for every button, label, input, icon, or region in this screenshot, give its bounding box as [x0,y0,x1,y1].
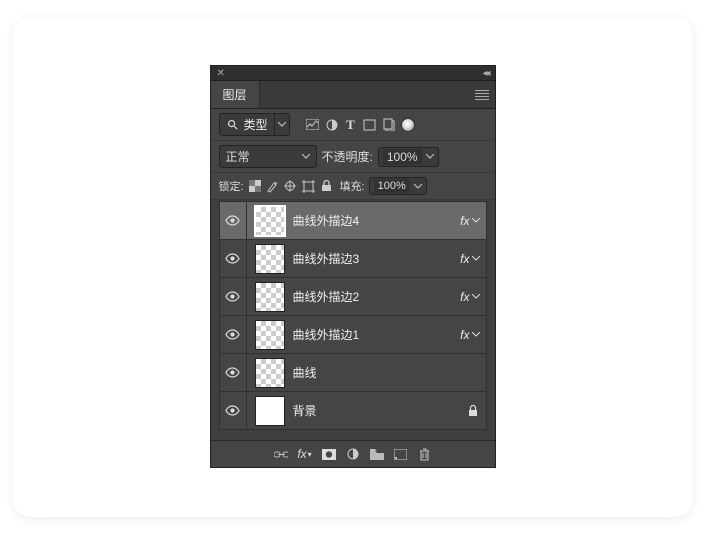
layer-thumbnail[interactable] [255,320,285,350]
fill-value: 100% [374,179,410,193]
blend-mode-select[interactable]: 正常 [219,145,317,168]
layer-thumbnail[interactable] [255,206,285,236]
filter-adjustment-icon[interactable] [325,118,339,132]
visibility-eye-icon[interactable] [220,240,247,277]
layer-thumbnail[interactable] [255,282,285,312]
tab-layers[interactable]: 图层 [211,81,260,108]
layer-name[interactable]: 曲线外描边3 [293,250,461,267]
layer-name[interactable]: 曲线外描边4 [293,212,461,229]
panel-bottom-bar: fx▾ [211,440,495,467]
lock-pixels-icon[interactable] [266,179,280,193]
blend-mode-value: 正常 [226,148,250,165]
visibility-eye-icon[interactable] [220,392,247,429]
chevron-down-icon [302,154,310,159]
lock-row: 锁定: 填充: 100% [211,173,495,200]
new-layer-icon[interactable] [394,447,408,461]
lock-icon[interactable] [468,405,478,417]
layer-name[interactable]: 背景 [293,402,468,419]
visibility-eye-icon[interactable] [220,354,247,391]
tab-label: 图层 [223,88,247,102]
chevron-down-icon[interactable] [472,332,480,337]
fx-indicator[interactable]: fx [460,252,469,266]
blend-row: 正常 不透明度: 100% [211,141,495,173]
fx-indicator[interactable]: fx [460,290,469,304]
layer-row[interactable]: 曲线外描边3fx [219,239,487,278]
collapse-icon[interactable]: ◂◂ [482,68,488,79]
layer-name[interactable]: 曲线外描边2 [293,288,461,305]
layers-panel: ✕ ◂◂ 图层 类型 T [211,66,495,467]
filter-toggle-icon[interactable] [401,118,415,132]
close-icon[interactable]: ✕ [217,68,225,79]
filter-row: 类型 T [211,109,495,141]
layer-name[interactable]: 曲线 [293,364,486,381]
visibility-eye-icon[interactable] [220,316,247,353]
filter-type-text-icon[interactable]: T [344,118,358,132]
fx-indicator[interactable]: fx [460,328,469,342]
fx-indicator[interactable]: fx [460,214,469,228]
chevron-down-icon [414,184,422,189]
filter-type-select[interactable]: 类型 [219,113,290,136]
layer-style-icon[interactable]: fx▾ [298,447,312,461]
lock-all-icon[interactable] [320,179,334,193]
chevron-down-icon [426,154,434,159]
search-icon [226,118,240,132]
layer-mask-icon[interactable] [322,447,336,461]
new-group-icon[interactable] [370,447,384,461]
chevron-down-icon[interactable] [472,256,480,261]
chevron-down-icon[interactable] [472,294,480,299]
visibility-eye-icon[interactable] [220,278,247,315]
layer-row[interactable]: 曲线外描边4fx [219,201,487,240]
fill-select[interactable]: 100% [369,177,427,195]
filter-type-label: 类型 [244,116,268,133]
filter-pixel-icon[interactable] [306,118,320,132]
layer-thumbnail[interactable] [255,358,285,388]
chevron-down-icon [274,114,289,135]
chevron-down-icon[interactable] [472,218,480,223]
lock-position-icon[interactable] [284,179,298,193]
opacity-value: 100% [383,149,422,165]
delete-layer-icon[interactable] [418,447,432,461]
layer-row[interactable]: 曲线 [219,353,487,392]
lock-transparency-icon[interactable] [248,179,262,193]
panel-top-strip: ✕ ◂◂ [211,66,495,81]
panel-menu-icon[interactable] [475,90,489,100]
layer-row[interactable]: 曲线外描边1fx [219,315,487,354]
lock-label: 锁定: [219,178,244,194]
visibility-eye-icon[interactable] [220,202,247,239]
layers-list: 曲线外描边4fx曲线外描边3fx曲线外描边2fx曲线外描边1fx曲线背景 [211,200,495,440]
filter-smartobject-icon[interactable] [382,118,396,132]
fill-label: 填充: [340,178,365,194]
filter-shape-icon[interactable] [363,118,377,132]
opacity-select[interactable]: 100% [378,147,439,167]
link-layers-icon[interactable] [274,447,288,461]
lock-artboard-icon[interactable] [302,179,316,193]
layer-row[interactable]: 曲线外描边2fx [219,277,487,316]
layer-name[interactable]: 曲线外描边1 [293,326,461,343]
panel-tab-strip: 图层 [211,81,495,109]
adjustment-layer-icon[interactable] [346,447,360,461]
opacity-label: 不透明度: [322,148,373,165]
layer-row[interactable]: 背景 [219,391,487,430]
layer-thumbnail[interactable] [255,244,285,274]
layer-thumbnail[interactable] [255,396,285,426]
